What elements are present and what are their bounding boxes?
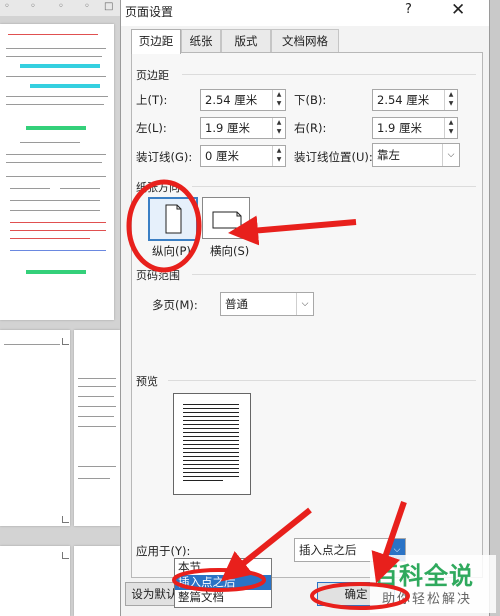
tab-margins[interactable]: 页边距 bbox=[131, 29, 181, 54]
document-page bbox=[0, 24, 114, 320]
watermark-subtitle: 助你轻松解决 bbox=[382, 592, 473, 607]
landscape-label[interactable]: 横向(S) bbox=[210, 243, 249, 259]
toolbar-glyph: ◦ bbox=[30, 1, 36, 12]
spin-arrows-icon[interactable]: ▲ ▼ bbox=[444, 118, 457, 138]
watermark: 百科全说 助你轻松解决 bbox=[370, 555, 496, 613]
margins-panel: 页边距 上(T): 2.54 厘米 ▲ ▼ 下(B): 2.54 厘米 ▲ ▼ 左(… bbox=[131, 52, 483, 578]
gutter-label: 装订线(G): bbox=[136, 150, 193, 164]
dialog-title: 页面设置 bbox=[125, 5, 174, 19]
landscape-page-icon bbox=[212, 211, 242, 229]
section-preview-heading: 预览 bbox=[136, 375, 158, 388]
spin-arrows-icon[interactable]: ▲ ▼ bbox=[272, 118, 285, 138]
apply-option-after-insertion[interactable]: 插入点之后 bbox=[175, 575, 271, 590]
document-page bbox=[74, 546, 120, 616]
close-button[interactable]: ✕ bbox=[451, 0, 465, 20]
gutter-value: 0 厘米 bbox=[205, 149, 239, 163]
document-page bbox=[0, 330, 70, 526]
toolbar-glyph: ◦ bbox=[84, 1, 90, 12]
spin-arrows-icon[interactable]: ▲ ▼ bbox=[272, 146, 285, 166]
document-toolbar: ◦ ◦ ◦ ◦ □ bbox=[0, 0, 120, 16]
left-margin-value: 1.9 厘米 bbox=[205, 121, 250, 135]
section-margins-heading: 页边距 bbox=[136, 69, 169, 82]
tab-paper[interactable]: 纸张 bbox=[181, 29, 221, 52]
document-page bbox=[0, 546, 70, 616]
document-page bbox=[74, 330, 120, 526]
section-separator bbox=[168, 380, 476, 381]
chevron-down-icon[interactable]: ⌵ bbox=[296, 293, 313, 315]
section-separator bbox=[182, 74, 476, 75]
apply-to-value: 插入点之后 bbox=[299, 543, 357, 557]
multiple-pages-label: 多页(M): bbox=[152, 298, 198, 312]
section-separator bbox=[192, 186, 476, 187]
document-background: ◦ ◦ ◦ ◦ □ bbox=[0, 0, 120, 616]
apply-option-whole-document[interactable]: 整篇文档 bbox=[175, 590, 271, 605]
section-pages-heading: 页码范围 bbox=[136, 269, 180, 282]
tab-document-grid[interactable]: 文档网格 bbox=[271, 29, 339, 52]
tab-layout[interactable]: 版式 bbox=[221, 29, 271, 52]
toolbar-glyph: ◦ bbox=[58, 1, 64, 12]
help-button[interactable]: ? bbox=[405, 2, 412, 17]
bottom-margin-value: 2.54 厘米 bbox=[377, 93, 430, 107]
toolbar-glyph: □ bbox=[104, 1, 114, 12]
right-margin-label: 右(R): bbox=[294, 121, 327, 135]
portrait-option[interactable] bbox=[148, 197, 198, 241]
portrait-page-icon bbox=[165, 204, 182, 234]
page-setup-dialog: 页面设置 ? ✕ 页边距 纸张 版式 文档网格 页边距 上(T): 2.54 厘… bbox=[120, 0, 490, 616]
spin-arrows-icon[interactable]: ▲ ▼ bbox=[272, 90, 285, 110]
spin-arrows-icon[interactable]: ▲ ▼ bbox=[444, 90, 457, 110]
gutter-position-value: 靠左 bbox=[377, 148, 400, 162]
preview-page bbox=[173, 393, 251, 495]
multiple-pages-select[interactable]: 普通 ⌵ bbox=[220, 292, 314, 316]
apply-to-dropdown-list: 本节 插入点之后 整篇文档 bbox=[174, 558, 272, 608]
right-margin-field[interactable]: 1.9 厘米 ▲ ▼ bbox=[372, 117, 458, 139]
top-margin-field[interactable]: 2.54 厘米 ▲ ▼ bbox=[200, 89, 286, 111]
apply-to-label: 应用于(Y): bbox=[136, 544, 191, 558]
right-margin-value: 1.9 厘米 bbox=[377, 121, 422, 135]
top-margin-value: 2.54 厘米 bbox=[205, 93, 258, 107]
watermark-title: 百科全说 bbox=[374, 562, 474, 590]
gutter-position-select[interactable]: 靠左 ⌵ bbox=[372, 143, 460, 167]
bottom-margin-field[interactable]: 2.54 厘米 ▲ ▼ bbox=[372, 89, 458, 111]
gutter-field[interactable]: 0 厘米 ▲ ▼ bbox=[200, 145, 286, 167]
gutter-position-label: 装订线位置(U): bbox=[294, 150, 373, 164]
section-separator bbox=[192, 274, 476, 275]
toolbar-glyph: ◦ bbox=[4, 1, 10, 12]
portrait-label[interactable]: 纵向(P) bbox=[152, 243, 191, 259]
dialog-titlebar: 页面设置 ? ✕ bbox=[121, 0, 489, 26]
left-margin-field[interactable]: 1.9 厘米 ▲ ▼ bbox=[200, 117, 286, 139]
top-margin-label: 上(T): bbox=[136, 93, 168, 107]
section-orientation-heading: 纸张方向 bbox=[136, 181, 180, 194]
multiple-pages-value: 普通 bbox=[225, 297, 248, 311]
left-margin-label: 左(L): bbox=[136, 121, 167, 135]
bottom-margin-label: 下(B): bbox=[294, 93, 327, 107]
apply-option-this-section[interactable]: 本节 bbox=[175, 560, 271, 575]
chevron-down-icon[interactable]: ⌵ bbox=[442, 144, 459, 166]
landscape-option[interactable] bbox=[202, 197, 250, 239]
